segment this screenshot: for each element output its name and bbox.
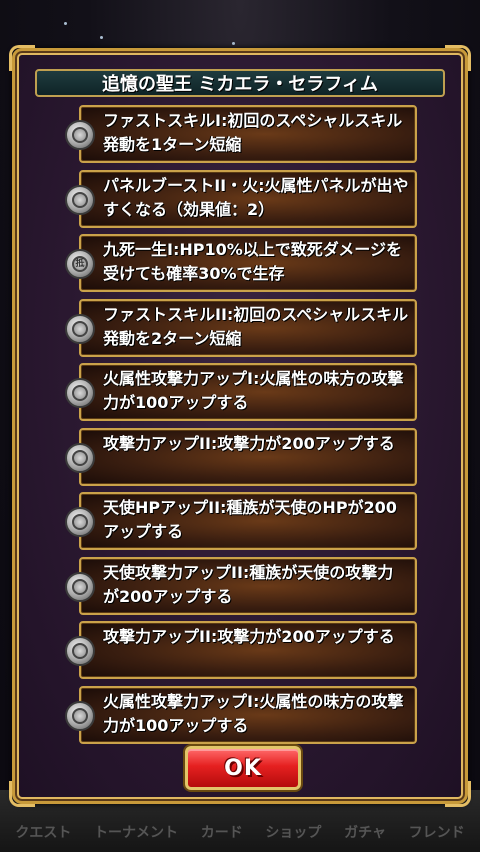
attack-up-icon xyxy=(65,636,95,666)
skill-list: ファストスキルI:初回のスペシャルスキル発動を1ターン短縮 パネルブーストII・… xyxy=(15,51,465,801)
attack-up-icon xyxy=(65,378,95,408)
skill-description: パネルブーストII・火:火属性パネルが出やすくなる（効果値：2） xyxy=(103,176,409,219)
star-sparkle xyxy=(100,36,103,39)
survive-glyph: 抵 xyxy=(72,256,88,272)
panel-boost-icon xyxy=(65,185,95,215)
skill-description: 九死一生I:HP10%以上で致死ダメージを受けても確率30%で生存 xyxy=(103,240,402,283)
skill-description: 火属性攻撃力アップI:火属性の味方の攻撃力が100アップする xyxy=(103,692,404,735)
tab-shop: ショップ xyxy=(265,825,322,841)
skill-description: ファストスキルI:初回のスペシャルスキル発動を1ターン短縮 xyxy=(103,111,403,154)
ok-button[interactable]: OK xyxy=(185,746,301,790)
skill-description: 天使HPアップII:種族が天使のHPが200アップする xyxy=(103,498,397,541)
tab-gacha: ガチャ xyxy=(344,825,386,841)
star-sparkle xyxy=(64,22,67,25)
skill-list-dialog: 追憶の聖王 ミカエラ・セラフィム ファストスキルI:初回のスペシャルスキル発動を… xyxy=(9,45,471,807)
tab-quest: クエスト xyxy=(15,825,72,841)
skill-row: ファストスキルII:初回のスペシャルスキル発動を2ターン短縮 xyxy=(65,299,417,357)
skill-description: ファストスキルII:初回のスペシャルスキル発動を2ターン短縮 xyxy=(103,305,409,348)
skill-description: 攻撃力アップII:攻撃力が200アップする xyxy=(103,434,395,453)
survive-icon: 抵 xyxy=(65,249,95,279)
attack-up-icon xyxy=(65,572,95,602)
skill-row: 火属性攻撃力アップI:火属性の味方の攻撃力が100アップする xyxy=(65,686,417,744)
skill-row: 天使HPアップII:種族が天使のHPが200アップする xyxy=(65,492,417,550)
tab-card: カード xyxy=(200,825,243,841)
hp-up-icon xyxy=(65,507,95,537)
skill-fast-icon xyxy=(65,314,95,344)
skill-fast-icon xyxy=(65,120,95,150)
skill-row: パネルブーストII・火:火属性パネルが出やすくなる（効果値：2） xyxy=(65,170,417,228)
skill-row: 攻撃力アップII:攻撃力が200アップする xyxy=(65,428,417,486)
ok-button-label: OK xyxy=(224,755,262,781)
skill-row: ファストスキルI:初回のスペシャルスキル発動を1ターン短縮 xyxy=(65,105,417,163)
attack-up-icon xyxy=(65,443,95,473)
tab-friend: フレンド xyxy=(408,825,465,841)
skill-row: 抵 九死一生I:HP10%以上で致死ダメージを受けても確率30%で生存 xyxy=(65,234,417,292)
tab-tournament: トーナメント xyxy=(94,825,179,841)
attack-up-icon xyxy=(65,701,95,731)
skill-description: 攻撃力アップII:攻撃力が200アップする xyxy=(103,627,395,646)
skill-description: 火属性攻撃力アップI:火属性の味方の攻撃力が100アップする xyxy=(103,369,404,412)
star-sparkle xyxy=(232,42,235,45)
skill-row: 攻撃力アップII:攻撃力が200アップする xyxy=(65,621,417,679)
skill-row: 天使攻撃力アップII:種族が天使の攻撃力が200アップする xyxy=(65,557,417,615)
skill-description: 天使攻撃力アップII:種族が天使の攻撃力が200アップする xyxy=(103,563,394,606)
skill-row: 火属性攻撃力アップI:火属性の味方の攻撃力が100アップする xyxy=(65,363,417,421)
